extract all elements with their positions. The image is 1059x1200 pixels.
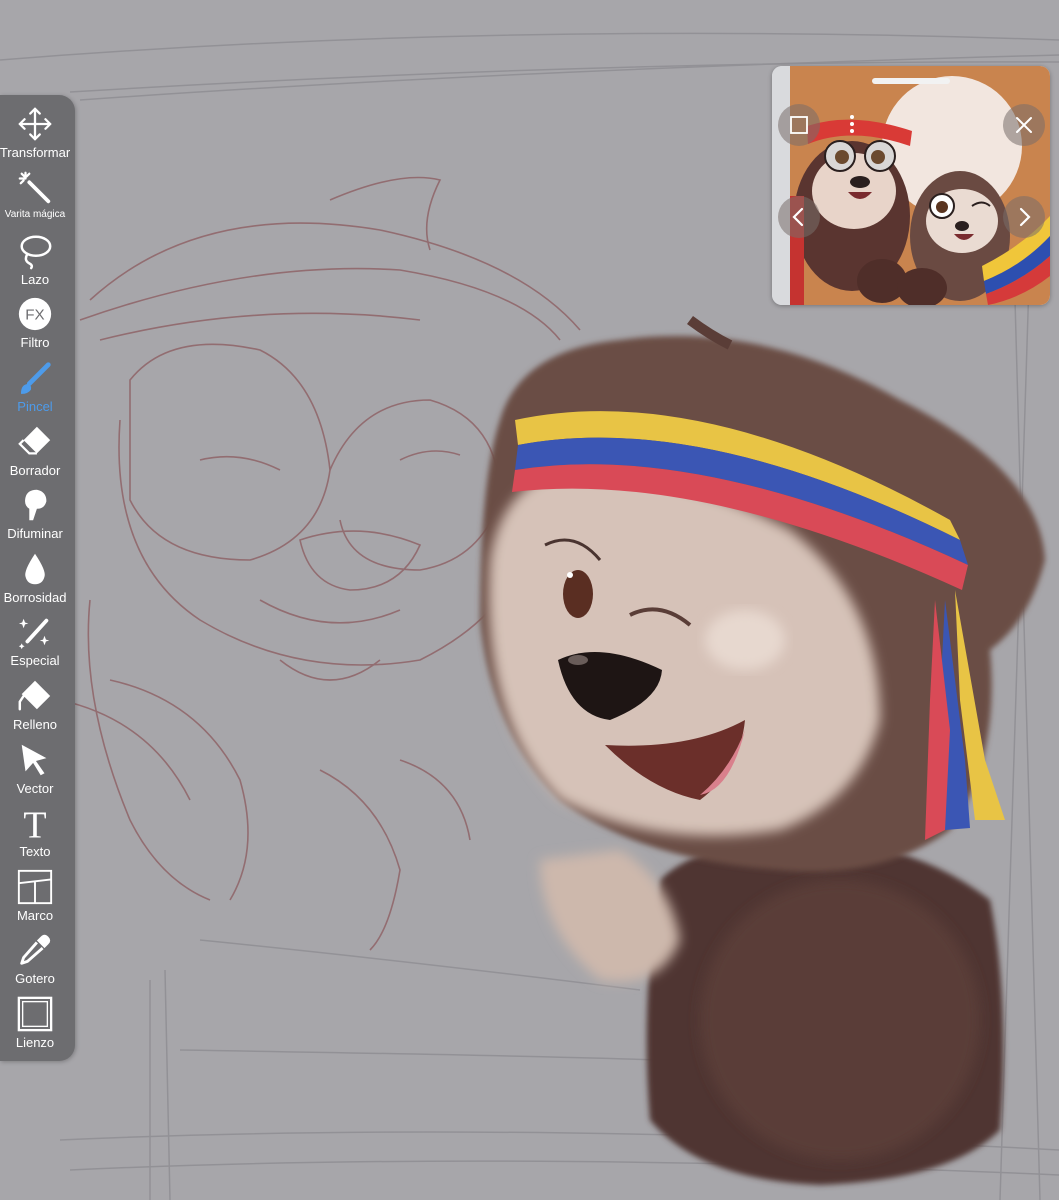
previous-image-button[interactable] <box>778 196 820 238</box>
reference-window[interactable] <box>772 66 1050 305</box>
tool-varita-magica[interactable]: Varita mágica <box>0 169 70 231</box>
fill-bucket-icon <box>18 680 51 711</box>
tool-marco[interactable]: Marco <box>0 868 70 930</box>
tool-borrosidad[interactable]: Borrosidad <box>0 550 70 612</box>
close-icon <box>1016 117 1032 133</box>
next-image-button[interactable] <box>1003 196 1045 238</box>
tool-especial[interactable]: Especial <box>0 613 70 675</box>
tool-pincel[interactable]: Pincel <box>0 359 70 421</box>
blur-drop-icon <box>25 553 45 585</box>
window-drag-handle[interactable] <box>872 78 950 84</box>
fx-icon: FX <box>18 297 52 331</box>
tool-label: Borrador <box>9 463 61 478</box>
tool-lazo[interactable]: Lazo <box>0 232 70 294</box>
brush-icon <box>20 362 51 394</box>
tool-label: Marco <box>16 908 54 923</box>
move-arrows-icon <box>18 107 52 141</box>
tool-gotero[interactable]: Gotero <box>0 931 70 993</box>
arrow-cursor-icon <box>21 744 47 776</box>
tool-vector[interactable]: Vector <box>0 741 70 803</box>
tool-palette: Transformar Varita mágica Lazo FX Filtro… <box>0 95 75 1061</box>
fit-square-button[interactable] <box>778 104 820 146</box>
svg-text:FX: FX <box>25 307 44 324</box>
tool-label: Texto <box>19 844 51 859</box>
tool-label: Varita mágica <box>4 209 66 220</box>
sparkle-brush-icon <box>18 618 50 650</box>
tool-label: Pincel <box>17 399 53 414</box>
tool-label: Lazo <box>20 272 50 287</box>
text-icon: T <box>23 804 46 842</box>
lasso-icon <box>20 235 52 270</box>
tool-label: Borrosidad <box>3 590 67 605</box>
tool-label: Lienzo <box>15 1035 55 1050</box>
close-button[interactable] <box>1003 104 1045 146</box>
tool-label: Relleno <box>12 717 58 732</box>
tool-label: Gotero <box>15 971 55 986</box>
more-dots-icon <box>850 115 854 133</box>
canvas-square-icon <box>17 996 53 1032</box>
svg-text:T: T <box>23 804 46 842</box>
frame-panels-icon <box>17 869 53 905</box>
painted-character <box>480 315 1045 1185</box>
smudge-finger-icon <box>25 489 47 521</box>
tool-label: Filtro <box>20 335 50 350</box>
tool-label: Difuminar <box>7 526 63 541</box>
tool-transformar[interactable]: Transformar <box>0 105 70 167</box>
tool-texto[interactable]: T Texto <box>0 804 70 866</box>
chevron-right-icon <box>1019 207 1031 227</box>
tool-label: Especial <box>10 653 60 668</box>
square-icon <box>790 116 808 134</box>
chevron-left-icon <box>792 207 804 227</box>
tool-difuminar[interactable]: Difuminar <box>0 486 70 548</box>
tool-lienzo[interactable]: Lienzo <box>0 995 70 1057</box>
tool-filtro[interactable]: FX Filtro <box>0 295 70 357</box>
tool-borrador[interactable]: Borrador <box>0 423 70 485</box>
reference-image <box>772 66 1050 305</box>
eraser-icon <box>18 426 51 455</box>
tool-relleno[interactable]: Relleno <box>0 677 70 739</box>
eyedropper-icon <box>20 934 51 965</box>
tool-label: Transformar <box>0 145 71 160</box>
more-options-button[interactable] <box>831 104 873 146</box>
tool-label: Vector <box>16 781 54 796</box>
magic-wand-icon <box>18 171 51 204</box>
